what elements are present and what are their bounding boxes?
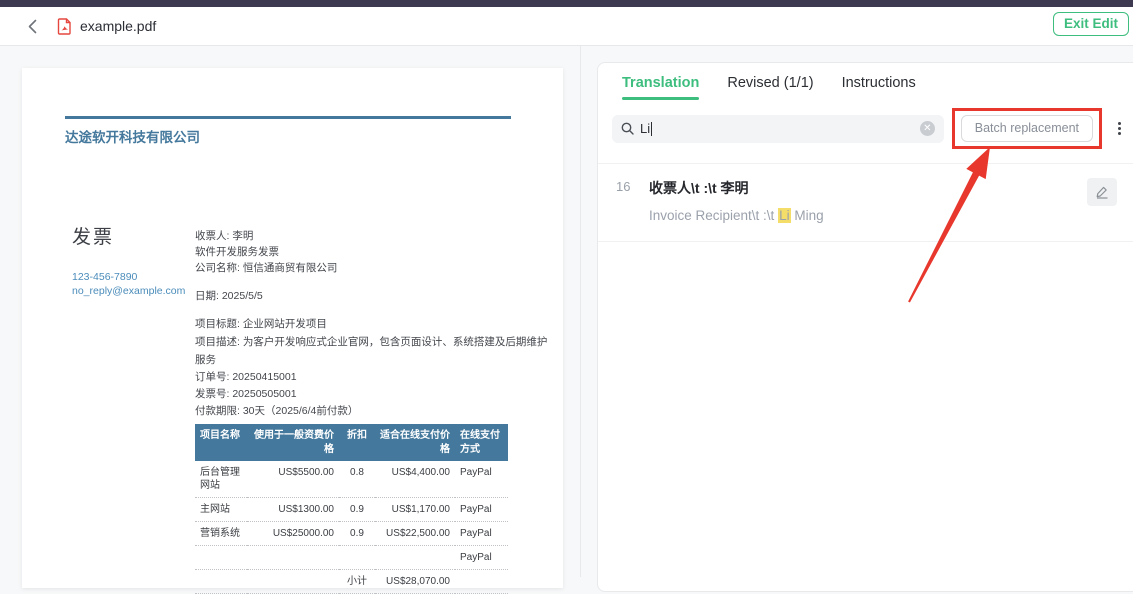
cell-price: US$25000.00 [247,522,339,546]
annotation-highlight-box: Batch replacement [952,108,1102,149]
project-title-line: 项目标题: 企业网站开发项目 [195,316,327,331]
batch-replacement-button[interactable]: Batch replacement [961,115,1093,142]
cell-method [455,570,508,594]
pencil-icon [1095,185,1109,199]
search-toolbar: Li ✕ Batch replacement [598,100,1133,164]
invoice-email: no_reply@example.com [72,285,185,297]
cell-discount: 0.9 [339,498,375,522]
project-desc-line-2: 服务 [195,352,216,367]
cell-discount: 0.9 [339,522,375,546]
invoice-recipient-line: 收票人: 李明 [195,228,253,243]
entry-index: 16 [616,179,630,194]
app-header: example.pdf [0,7,1133,46]
pdf-preview-page: 达途软开科技有限公司 发票 123-456-7890 no_reply@exam… [22,68,563,588]
tab-revised[interactable]: Revised (1/1) [727,75,813,100]
cell-online-price: US$1,170.00 [375,498,455,522]
exit-edit-button[interactable]: Exit Edit [1053,12,1129,36]
invoice-subtitle-line: 软件开发服务发票 [195,244,279,259]
table-row: PayPal [195,546,508,570]
target-prefix: Invoice Recipient\t :\t [649,208,778,223]
pdf-file-icon [57,18,72,35]
col-header-payment-method: 在线支付方式 [455,424,508,461]
document-company-name: 达途软开科技有限公司 [65,126,200,146]
cell-item: 营销系统 [195,522,247,546]
app-window: example.pdf Exit Edit 达途软开科技有限公司 发票 123-… [0,0,1133,577]
tab-instructions[interactable]: Instructions [842,75,916,100]
window-titlebar [0,0,1133,7]
document-header-rule [65,116,511,119]
cell-item: 主网站 [195,498,247,522]
search-icon [621,122,634,135]
cell-item [195,546,247,570]
table-row: 主网站 US$1300.00 0.9 US$1,170.00 PayPal [195,498,508,522]
cell-price [247,546,339,570]
invoice-items-table: 项目名称 使用于一般资费价格 折扣 适合在线支付价格 在线支付方式 后台管理网站… [195,424,508,594]
entry-target-text: Invoice Recipient\t :\t Li Ming [649,207,1079,225]
project-desc-line: 项目描述: 为客户开发响应式企业官网，包含页面设计、系统搭建及后期维护 [195,334,547,349]
table-row: 后台管理网站 US$5500.00 0.8 US$4,400.00 PayPal [195,461,508,498]
invoice-phone: 123-456-7890 [72,271,137,283]
translation-entry-row[interactable]: 16 收票人\t :\t 李明 Invoice Recipient\t :\t … [598,164,1133,242]
invoice-company-line: 公司名称: 恒信通商贸有限公司 [195,260,337,275]
cell-subtotal-label: 小计 [339,570,375,594]
col-header-item-name: 项目名称 [195,424,247,461]
search-query-text: Li [640,121,650,136]
cell-online-price [375,546,455,570]
panel-tabs: Translation Revised (1/1) Instructions [598,63,1133,100]
col-header-online-price: 适合在线支付价格 [375,424,455,461]
invoice-number-line: 发票号: 20250505001 [195,386,297,401]
translation-panel: Translation Revised (1/1) Instructions L… [597,62,1133,592]
search-input[interactable]: Li ✕ [612,115,944,143]
order-number-line: 订单号: 20250415001 [195,369,297,384]
document-filename: example.pdf [80,18,156,34]
table-row: 营销系统 US$25000.00 0.9 US$22,500.00 PayPal [195,522,508,546]
cell-subtotal-value: US$28,070.00 [375,570,455,594]
cell-online-price: US$4,400.00 [375,461,455,498]
table-row-subtotal: 小计 US$28,070.00 [195,570,508,594]
back-button[interactable] [28,19,37,34]
cell-method: PayPal [455,546,508,570]
col-header-discount: 折扣 [339,424,375,461]
cell-item: 后台管理网站 [195,461,247,498]
cell-online-price: US$22,500.00 [375,522,455,546]
target-suffix: Ming [791,208,824,223]
cell-method: PayPal [455,522,508,546]
clear-search-icon[interactable]: ✕ [920,121,935,136]
cell-discount: 0.8 [339,461,375,498]
cell-discount [339,546,375,570]
invoice-title: 发票 [72,222,114,249]
payment-terms-line: 付款期限: 30天（2025/6/4前付款） [195,403,358,418]
invoice-date-line: 日期: 2025/5/5 [195,288,263,303]
text-cursor [651,122,652,136]
col-header-list-price: 使用于一般资费价格 [247,424,339,461]
panel-divider [580,46,581,577]
chevron-left-icon [28,19,37,34]
search-match-highlight: Li [778,208,791,223]
cell-price [247,570,339,594]
table-header-row: 项目名称 使用于一般资费价格 折扣 适合在线支付价格 在线支付方式 [195,424,508,461]
more-options-icon[interactable] [1114,118,1125,139]
cell-method: PayPal [455,461,508,498]
tab-translation[interactable]: Translation [622,75,699,100]
cell-price: US$1300.00 [247,498,339,522]
cell-item [195,570,247,594]
entry-source-text: 收票人\t :\t 李明 [649,178,1079,198]
cell-method: PayPal [455,498,508,522]
cell-price: US$5500.00 [247,461,339,498]
edit-entry-button[interactable] [1087,178,1117,206]
